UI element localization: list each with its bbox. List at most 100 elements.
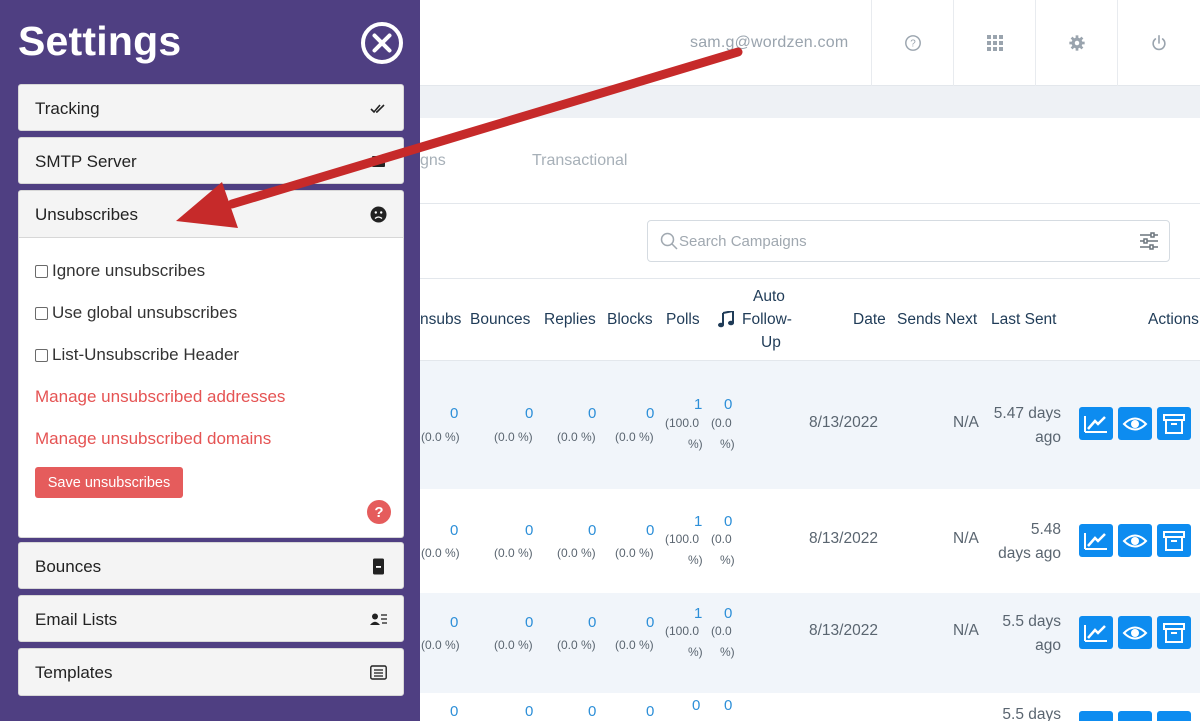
accordion-tracking[interactable]: Tracking — [18, 84, 404, 131]
ignore-unsubscribes-option[interactable]: Ignore unsubscribes — [35, 261, 205, 281]
view-button[interactable] — [1118, 711, 1152, 721]
col-replies[interactable]: Replies — [544, 311, 596, 329]
last-sent-2: ago — [1035, 637, 1061, 654]
unsubs-count[interactable]: 0 — [450, 614, 458, 631]
search-input[interactable] — [679, 221, 1119, 261]
col-blocks[interactable]: Blocks — [607, 311, 653, 329]
table-row[interactable]: 0 (0.0 %) 0 (0.0 %) 0 (0.0 %) 0 (0.0 %) … — [420, 489, 1200, 593]
unsubs-count[interactable]: 0 — [450, 703, 458, 720]
sends-next-cell: N/A — [953, 414, 979, 431]
replies-pct: (0.0 %) — [557, 546, 596, 560]
tab-transactional[interactable]: Transactional — [532, 152, 627, 170]
blocks-pct: (0.0 %) — [615, 638, 654, 652]
table-row[interactable]: 0 (0.0 %) 0 (0.0 %) 0 (0.0 %) 0 (0.0 %) … — [420, 593, 1200, 693]
col-date[interactable]: Date — [853, 311, 886, 329]
replies-count[interactable]: 0 — [588, 522, 596, 539]
followup-count[interactable]: 0 — [724, 605, 732, 622]
replies-count[interactable]: 0 — [588, 703, 596, 720]
sends-next-cell: N/A — [953, 622, 979, 639]
accordion-email-lists[interactable]: Email Lists — [18, 595, 404, 642]
blocks-count[interactable]: 0 — [646, 405, 654, 422]
bounces-count[interactable]: 0 — [525, 614, 533, 631]
followup-count[interactable]: 0 — [724, 513, 732, 530]
blocks-count[interactable]: 0 — [646, 522, 654, 539]
tab-campaigns[interactable]: gns — [420, 152, 446, 170]
accordion-label: SMTP Server — [35, 152, 137, 171]
eye-icon — [1122, 417, 1148, 430]
archive-button[interactable] — [1157, 711, 1191, 721]
list-unsubscribe-header-checkbox[interactable] — [35, 348, 48, 362]
manage-unsubscribed-addresses-link[interactable]: Manage unsubscribed addresses — [35, 387, 285, 407]
blocks-count[interactable]: 0 — [646, 614, 654, 631]
followup-count[interactable]: 0 — [724, 396, 732, 413]
gear-icon[interactable] — [1035, 0, 1117, 86]
col-auto-followup-2[interactable]: Follow- — [742, 311, 792, 329]
manage-unsubscribed-domains-link[interactable]: Manage unsubscribed domains — [35, 429, 271, 449]
stats-button[interactable] — [1079, 616, 1113, 649]
last-sent-2: ago — [1035, 429, 1061, 446]
stats-button[interactable] — [1079, 407, 1113, 440]
apps-grid-icon[interactable] — [953, 0, 1035, 86]
bounces-count[interactable]: 0 — [525, 703, 533, 720]
template-icon — [370, 665, 387, 680]
table-row[interactable]: 0 0 0 0 0 0 5.5 days — [420, 693, 1200, 721]
unsubs-count[interactable]: 0 — [450, 405, 458, 422]
bounces-count[interactable]: 0 — [525, 405, 533, 422]
view-button[interactable] — [1118, 616, 1152, 649]
close-icon[interactable] — [360, 21, 404, 65]
stats-button[interactable] — [1079, 711, 1113, 721]
followup-pct-1: (0.0 — [711, 624, 732, 638]
followup-pct-2: %) — [720, 645, 735, 659]
unsubs-pct: (0.0 %) — [421, 638, 460, 652]
col-auto-followup-3[interactable]: Up — [761, 334, 781, 352]
archive-button[interactable] — [1157, 524, 1191, 557]
col-actions[interactable]: Actions — [1148, 311, 1199, 329]
col-auto-followup-1[interactable]: Auto — [753, 288, 785, 306]
polls-count[interactable]: 1 — [694, 605, 702, 622]
blocks-pct: (0.0 %) — [615, 430, 654, 444]
polls-count[interactable]: 1 — [694, 513, 702, 530]
polls-count[interactable]: 1 — [694, 396, 702, 413]
settings-title: Settings — [18, 18, 182, 64]
blocks-count[interactable]: 0 — [646, 703, 654, 720]
power-icon[interactable] — [1117, 0, 1199, 86]
stats-button[interactable] — [1079, 524, 1113, 557]
unsubs-count[interactable]: 0 — [450, 522, 458, 539]
archive-icon — [1163, 622, 1185, 643]
save-unsubscribes-button[interactable]: Save unsubscribes — [35, 467, 183, 498]
replies-count[interactable]: 0 — [588, 405, 596, 422]
accordion-smtp-server[interactable]: SMTP Server — [18, 137, 404, 184]
polls-pct-2: %) — [688, 645, 703, 659]
filter-sliders-icon[interactable] — [1139, 232, 1159, 250]
bounces-count[interactable]: 0 — [525, 522, 533, 539]
col-last-sent[interactable]: Last Sent — [991, 311, 1057, 329]
followup-count[interactable]: 0 — [724, 697, 732, 714]
accordion-label: Email Lists — [35, 610, 118, 629]
col-sends-next[interactable]: Sends Next — [897, 311, 977, 329]
accordion-bounces[interactable]: Bounces — [18, 542, 404, 589]
col-unsubs[interactable]: nsubs — [420, 311, 461, 329]
col-polls[interactable]: Polls — [666, 311, 700, 329]
view-button[interactable] — [1118, 524, 1152, 557]
accordion-templates[interactable]: Templates — [18, 648, 404, 696]
col-bounces[interactable]: Bounces — [470, 311, 530, 329]
ignore-unsubscribes-label: Ignore unsubscribes — [52, 261, 206, 280]
global-unsubscribes-checkbox[interactable] — [35, 306, 48, 320]
archive-button[interactable] — [1157, 616, 1191, 649]
list-unsubscribe-header-option[interactable]: List-Unsubscribe Header — [35, 345, 239, 365]
archive-button[interactable] — [1157, 407, 1191, 440]
user-email[interactable]: sam.g@wordzen.com — [690, 34, 848, 52]
campaign-tabs: gns Transactional — [420, 118, 1200, 204]
global-unsubscribes-option[interactable]: Use global unsubscribes — [35, 303, 237, 323]
accordion-unsubscribes[interactable]: Unsubscribes — [18, 190, 404, 238]
last-sent-1: 5.5 days — [1002, 706, 1061, 721]
ignore-unsubscribes-checkbox[interactable] — [35, 264, 48, 278]
replies-count[interactable]: 0 — [588, 614, 596, 631]
followup-pct-2: %) — [720, 553, 735, 567]
global-unsubscribes-label: Use global unsubscribes — [52, 303, 238, 322]
polls-count[interactable]: 0 — [692, 697, 700, 714]
table-row[interactable]: 0 (0.0 %) 0 (0.0 %) 0 (0.0 %) 0 (0.0 %) … — [420, 361, 1200, 489]
help-question-icon[interactable]: ? — [367, 500, 391, 524]
view-button[interactable] — [1118, 407, 1152, 440]
help-icon[interactable]: ? — [871, 0, 953, 86]
